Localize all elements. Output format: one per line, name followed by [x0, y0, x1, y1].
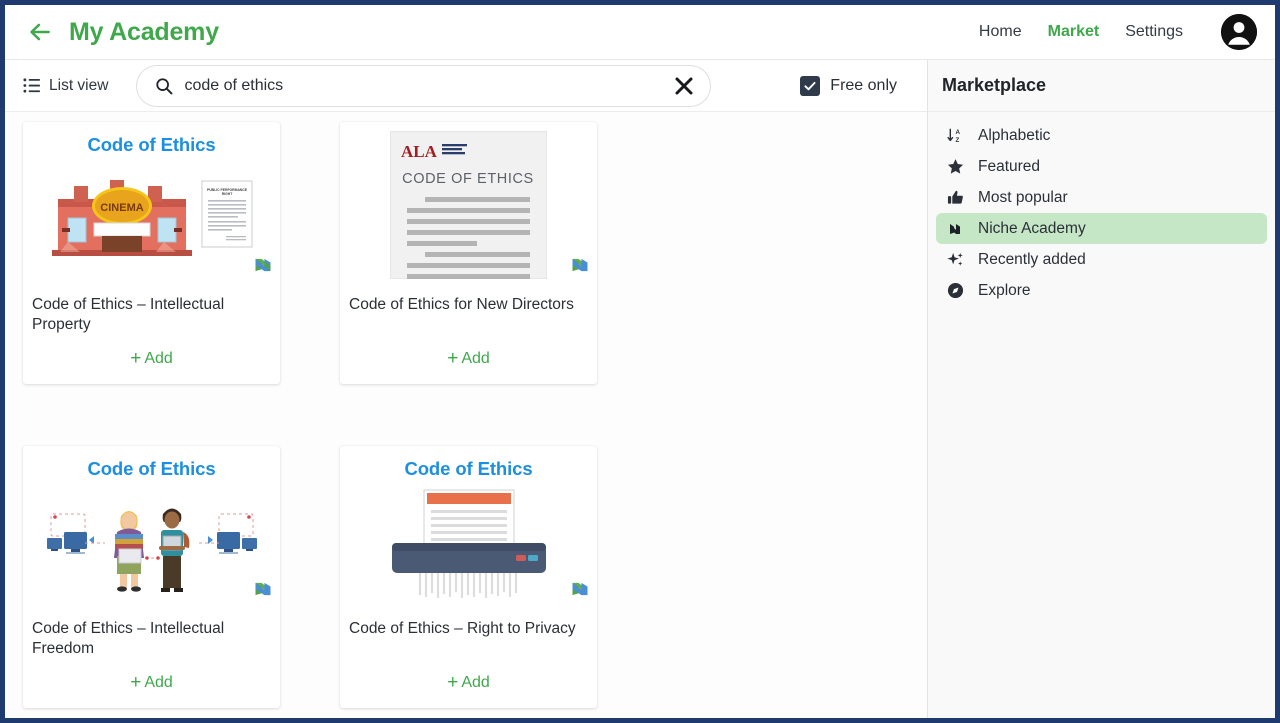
thumbnail-title: Code of Ethics [87, 134, 215, 156]
paper-shredder-art [340, 482, 597, 606]
svg-text:A: A [955, 129, 960, 136]
list-icon [23, 77, 40, 94]
ala-code-of-ethics-document-art: ALA CODE OF ETHICS [340, 128, 597, 282]
course-card[interactable]: Code of Ethics [23, 446, 280, 708]
plus-icon: + [447, 351, 458, 367]
nav-link-settings[interactable]: Settings [1125, 23, 1183, 41]
card-thumbnail: Code of Ethics [23, 122, 280, 282]
niche-academy-icon [945, 220, 965, 238]
sidebar-item-label: Alphabetic [978, 127, 1050, 145]
search-icon [155, 77, 173, 95]
thumbnail-title: Code of Ethics [87, 458, 215, 480]
card-grid-scroll-area[interactable]: Code of Ethics [5, 112, 927, 718]
user-avatar-icon[interactable] [1221, 14, 1257, 50]
close-x-icon[interactable] [664, 74, 696, 98]
top-navigation: Home Market Settings [979, 14, 1257, 50]
thumbs-up-icon [945, 189, 965, 206]
course-card[interactable]: Code of Ethics [340, 446, 597, 708]
plus-icon: + [130, 675, 141, 691]
add-button[interactable]: + Add [23, 662, 280, 706]
checkmark-icon [803, 79, 817, 93]
search-container [136, 65, 711, 107]
card-title: Code of Ethics – Right to Privacy [340, 606, 597, 662]
niche-academy-logo-icon [248, 574, 278, 604]
page-title: My Academy [69, 18, 219, 47]
card-thumbnail: ALA CODE OF ETHICS [340, 122, 597, 282]
sidebar-item-explore[interactable]: Explore [936, 275, 1267, 306]
sidebar-header: Marketplace [928, 60, 1275, 112]
sidebar-item-most-popular[interactable]: Most popular [936, 182, 1267, 213]
two-patrons-with-computers-art [23, 482, 280, 606]
content-toolbar: List view [5, 60, 927, 112]
sidebar-item-recently-added[interactable]: Recently added [936, 244, 1267, 275]
page-body: List view [5, 60, 1275, 718]
svg-text:ALA: ALA [401, 142, 438, 161]
plus-icon: + [130, 351, 141, 367]
app-window: My Academy Home Market Settings [5, 5, 1275, 718]
marketplace-sidebar: Marketplace A Z Alphabetic [928, 60, 1275, 718]
sparkle-icon [945, 251, 965, 268]
nav-link-home[interactable]: Home [979, 23, 1022, 41]
add-label: Add [144, 674, 172, 692]
svg-text:Z: Z [955, 137, 959, 144]
svg-text:CINEMA: CINEMA [100, 202, 143, 214]
add-label: Add [144, 350, 172, 368]
content-column: List view [5, 60, 928, 718]
arrow-left-icon[interactable] [27, 19, 53, 45]
add-button[interactable]: + Add [340, 662, 597, 706]
card-title: Code of Ethics – Intellectual Property [23, 282, 280, 338]
sidebar-item-niche-academy[interactable]: Niche Academy [936, 213, 1267, 244]
card-thumbnail: Code of Ethics [23, 446, 280, 606]
sidebar-item-label: Explore [978, 282, 1031, 300]
sidebar-item-label: Featured [978, 158, 1040, 176]
card-title: Code of Ethics for New Directors [340, 282, 597, 338]
add-label: Add [461, 350, 489, 368]
sort-alpha-icon: A Z [945, 127, 965, 144]
sidebar-item-label: Most popular [978, 189, 1068, 207]
compass-icon [945, 282, 965, 299]
card-title: Code of Ethics – Intellectual Freedom [23, 606, 280, 662]
niche-academy-logo-icon [248, 250, 278, 280]
list-view-label: List view [49, 77, 108, 95]
card-thumbnail: Code of Ethics [340, 446, 597, 606]
list-view-toggle[interactable]: List view [23, 77, 118, 95]
niche-academy-logo-icon [565, 250, 595, 280]
niche-academy-logo-icon [565, 574, 595, 604]
sidebar-item-label: Recently added [978, 251, 1086, 269]
sidebar-item-featured[interactable]: Featured [936, 151, 1267, 182]
add-label: Add [461, 674, 489, 692]
card-grid: Code of Ethics [23, 122, 913, 718]
top-header-bar: My Academy Home Market Settings [5, 5, 1275, 60]
cinema-building-and-document-art: CINEMA [23, 158, 280, 282]
free-only-checkbox[interactable]: Free only [800, 76, 911, 96]
add-button[interactable]: + Add [23, 338, 280, 382]
search-box[interactable] [136, 65, 711, 107]
svg-text:CODE OF ETHICS: CODE OF ETHICS [402, 171, 534, 187]
thumbnail-title: Code of Ethics [404, 458, 532, 480]
course-card[interactable]: ALA CODE OF ETHICS [340, 122, 597, 384]
star-icon [945, 158, 965, 175]
svg-text:RIGHT: RIGHT [222, 192, 233, 196]
nav-link-market[interactable]: Market [1048, 23, 1100, 41]
free-only-label: Free only [830, 77, 897, 95]
plus-icon: + [447, 675, 458, 691]
checkbox-box[interactable] [800, 76, 820, 96]
sidebar-item-alphabetic[interactable]: A Z Alphabetic [936, 120, 1267, 151]
search-input[interactable] [184, 77, 664, 95]
sidebar-item-label: Niche Academy [978, 220, 1086, 238]
course-card[interactable]: Code of Ethics [23, 122, 280, 384]
sidebar-list: A Z Alphabetic Featured [928, 112, 1275, 306]
add-button[interactable]: + Add [340, 338, 597, 382]
